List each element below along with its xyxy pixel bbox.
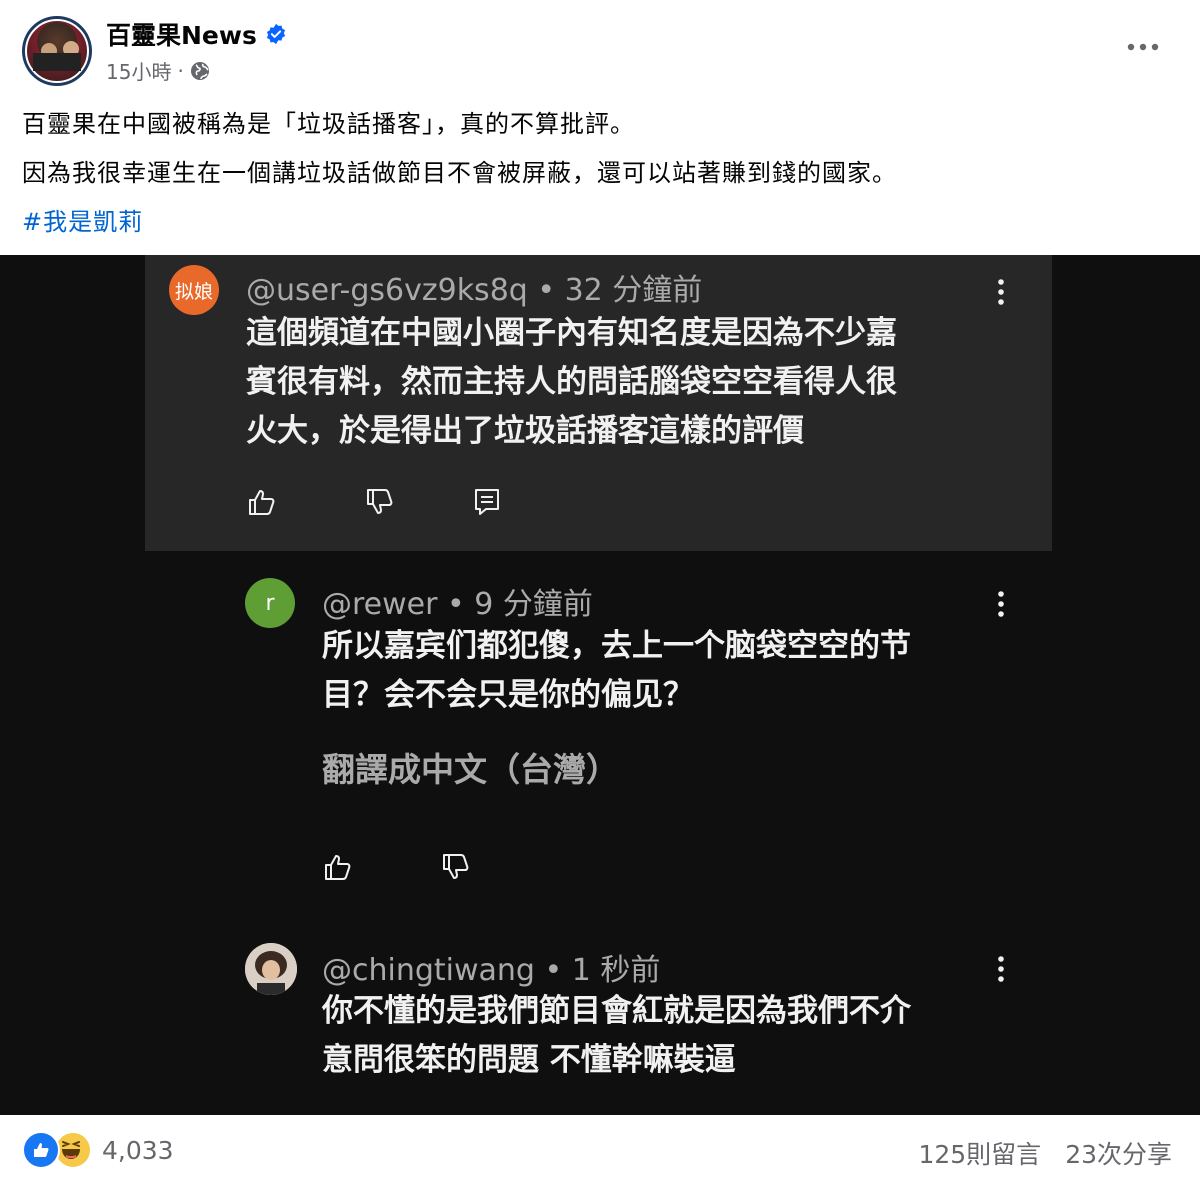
- comment-text-line: 意問很笨的問題 不懂幹嘛裝逼: [322, 1042, 736, 1078]
- avatar-text: r: [265, 590, 275, 616]
- globe-icon: [190, 61, 209, 80]
- verified-badge-icon: [266, 23, 285, 45]
- comment-text-line: 你不懂的是我們節目會紅就是因為我們不介: [322, 993, 911, 1029]
- post-image[interactable]: 拟娘 @user-gs6vz9ks8q • 32 分鐘前 這個頻道在中國小圈子內…: [0, 255, 1200, 1115]
- page-avatar[interactable]: [22, 16, 92, 86]
- commenter-avatar: [245, 943, 297, 995]
- comment-text-line: 賓很有料，然而主持人的問話腦袋空空看得人很: [246, 364, 897, 400]
- commenter-avatar: 拟娘: [169, 265, 219, 315]
- post-text-line-2: 因為我很幸運生在一個講垃圾話做節目不會被屏蔽，還可以站著賺到錢的國家。: [22, 159, 897, 187]
- comment-more-icon: [998, 956, 1004, 982]
- post-time[interactable]: 15小時: [106, 56, 171, 85]
- post-footer: 4,033 125則留言 23次分享: [0, 1115, 1200, 1183]
- thumbs-down-icon: [367, 489, 393, 514]
- thumbs-down-icon: [443, 854, 469, 879]
- page-name[interactable]: 百靈果News: [106, 16, 257, 52]
- comment-text-line: 火大，於是得出了垃圾話播客這樣的評價: [246, 413, 804, 449]
- comment-handle: @chingtiwang • 1 秒前: [322, 953, 661, 988]
- reply-icon: [475, 489, 499, 515]
- like-reaction-icon: [22, 1131, 60, 1169]
- post-stats: 125則留言 23次分享: [918, 1135, 1172, 1171]
- thumbs-up-icon: [325, 855, 351, 880]
- avatar-text: 拟娘: [174, 280, 213, 303]
- hashtag-link[interactable]: #我是凱莉: [22, 202, 143, 237]
- meta-separator: ·: [177, 58, 184, 83]
- comment-text-line: 所以嘉宾们都犯傻，去上一个脑袋空空的节: [322, 628, 911, 664]
- comment-text-line: 目？会不会只是你的偏见？: [322, 677, 694, 713]
- post-meta: 15小時 ·: [106, 56, 210, 85]
- reaction-count: 4,033: [102, 1135, 174, 1165]
- share-count-link[interactable]: 23次分享: [1065, 1135, 1172, 1171]
- avatar-photo: [245, 943, 297, 995]
- commenter-avatar: r: [245, 578, 295, 628]
- comment-more-icon: [998, 279, 1004, 305]
- more-options-icon[interactable]: [1126, 32, 1160, 62]
- comment-text-line: 這個頻道在中國小圈子內有知名度是因為不少嘉: [246, 315, 897, 351]
- comment-handle: @user-gs6vz9ks8q • 32 分鐘前: [246, 273, 703, 308]
- comment-count-link[interactable]: 125則留言: [918, 1135, 1041, 1171]
- thumbs-up-icon: [249, 490, 275, 515]
- page-name-link[interactable]: 百靈果News: [106, 16, 287, 52]
- comment-more-icon: [998, 591, 1004, 617]
- translate-link: 翻譯成中文（台灣）: [322, 750, 619, 789]
- comment-handle: @rewer • 9 分鐘前: [322, 587, 593, 622]
- reactions-summary[interactable]: 4,033: [22, 1131, 174, 1169]
- post-text-line-1: 百靈果在中國被稱為是「垃圾話播客」，真的不算批評。: [22, 110, 635, 138]
